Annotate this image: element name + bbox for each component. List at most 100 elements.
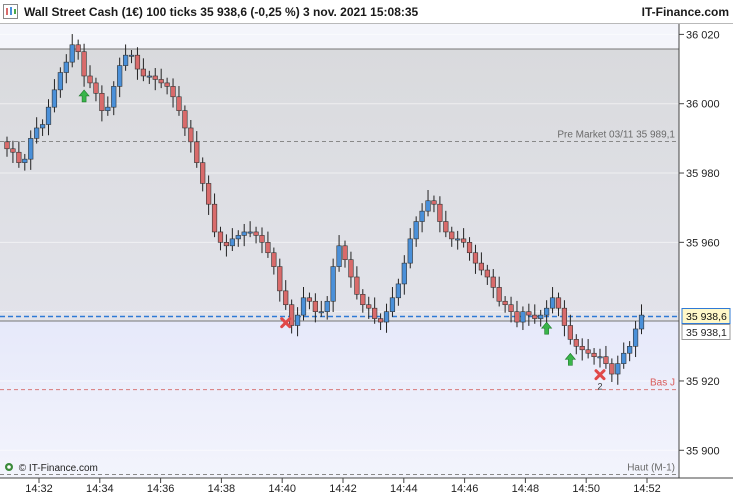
copyright-text: © IT-Finance.com xyxy=(18,463,98,474)
reference-level-label: Pre Market 03/11 35 989,1 xyxy=(557,129,675,140)
candle-body xyxy=(579,346,585,351)
y-tick-label: 35 980 xyxy=(686,168,720,180)
candle-body xyxy=(283,290,289,306)
candle-body xyxy=(289,304,295,326)
candle-body xyxy=(354,276,360,295)
candle-body xyxy=(549,297,556,309)
previous-close-label: 35 938,1 xyxy=(686,327,727,339)
candle-body xyxy=(627,346,633,354)
x-tick-label: 14:38 xyxy=(208,483,236,495)
candle-body xyxy=(502,300,508,306)
candle-body xyxy=(134,54,141,70)
candle-body xyxy=(591,352,597,358)
candle-body xyxy=(520,311,526,323)
candle-body xyxy=(496,287,502,302)
sell-signal-label: 2 xyxy=(597,382,602,392)
y-tick-label: 36 020 xyxy=(686,29,720,41)
reference-level-label: Bas J xyxy=(650,378,675,389)
candle-body xyxy=(211,203,218,233)
x-tick-label: 14:34 xyxy=(86,483,114,495)
candle-body xyxy=(217,231,224,243)
y-tick-label: 35 900 xyxy=(686,445,720,457)
candle-body xyxy=(294,314,301,326)
candle-body xyxy=(401,262,407,285)
candle-body xyxy=(206,183,212,205)
y-axis-panel xyxy=(679,24,733,478)
candle-body xyxy=(164,82,170,87)
candle-body xyxy=(407,238,413,264)
candle-body xyxy=(508,304,514,312)
candle-body xyxy=(253,231,259,236)
x-tick-label: 14:44 xyxy=(390,483,418,495)
candle-body xyxy=(366,304,372,309)
candle-body xyxy=(425,200,431,212)
candle-body xyxy=(324,300,330,312)
candle-body xyxy=(247,231,253,234)
candle-body xyxy=(466,242,473,254)
candle-body xyxy=(585,349,591,354)
candle-body xyxy=(597,356,603,359)
candle-body xyxy=(318,311,324,314)
candle-body xyxy=(336,245,342,267)
candle-body xyxy=(490,276,496,288)
candle-body xyxy=(10,148,16,153)
candle-body xyxy=(117,65,123,87)
candle-body xyxy=(152,75,158,80)
candle-body xyxy=(437,203,443,222)
candle-body xyxy=(638,314,645,330)
candle-body xyxy=(389,297,396,312)
candle-body xyxy=(532,314,538,319)
candle-body xyxy=(259,235,265,243)
candle-body xyxy=(561,307,568,326)
candle-body xyxy=(383,311,390,323)
candle-body xyxy=(514,311,520,323)
candle-body xyxy=(603,356,609,364)
candle-body xyxy=(123,54,129,66)
x-tick-label: 14:40 xyxy=(268,483,296,495)
candle-body xyxy=(39,124,46,129)
candle-body xyxy=(28,138,34,160)
candle-body xyxy=(377,318,384,323)
candle-body xyxy=(455,238,461,241)
candle-body xyxy=(573,339,579,347)
candle-body xyxy=(484,269,490,278)
candle-body xyxy=(271,252,277,267)
candle-body xyxy=(16,151,22,163)
candle-body xyxy=(609,363,615,375)
candle-body xyxy=(443,221,449,233)
candle-body xyxy=(105,106,111,111)
candle-body xyxy=(431,200,437,205)
copyright: © IT-Finance.com xyxy=(4,462,98,474)
y-tick-label: 35 960 xyxy=(686,237,720,249)
chart-title: Wall Street Cash (1€) 100 ticks 35 938,6… xyxy=(24,5,419,19)
candle-body xyxy=(538,314,544,319)
candle-body xyxy=(4,141,10,150)
candlestick-chart[interactable]: Pre Market 03/11 35 989,1 Bas J Haut (M-1)… xyxy=(0,24,733,496)
candle-body xyxy=(621,352,627,364)
candle-body xyxy=(544,307,550,316)
candle-body xyxy=(188,127,194,143)
candle-body xyxy=(632,328,639,347)
candle-body xyxy=(419,210,425,222)
x-tick-label: 14:48 xyxy=(512,483,540,495)
candle-body xyxy=(200,162,206,184)
candle-body xyxy=(241,231,247,236)
candle-body xyxy=(140,68,146,77)
brand-name[interactable]: IT-Finance.com xyxy=(642,5,729,19)
candle-body xyxy=(22,158,28,163)
candle-body xyxy=(87,75,93,84)
candle-body xyxy=(93,82,99,94)
candle-body xyxy=(170,86,176,98)
candle-body xyxy=(69,44,75,63)
candle-body xyxy=(182,110,188,129)
candle-body xyxy=(111,86,117,108)
candle-body xyxy=(158,79,164,84)
candle-body xyxy=(176,96,182,111)
candle-body xyxy=(312,300,318,312)
candle-body xyxy=(75,44,81,53)
candle-body xyxy=(229,238,235,247)
candle-body xyxy=(472,252,479,264)
candle-body xyxy=(265,242,271,254)
candle-body xyxy=(99,93,105,111)
candle-body xyxy=(146,75,152,78)
